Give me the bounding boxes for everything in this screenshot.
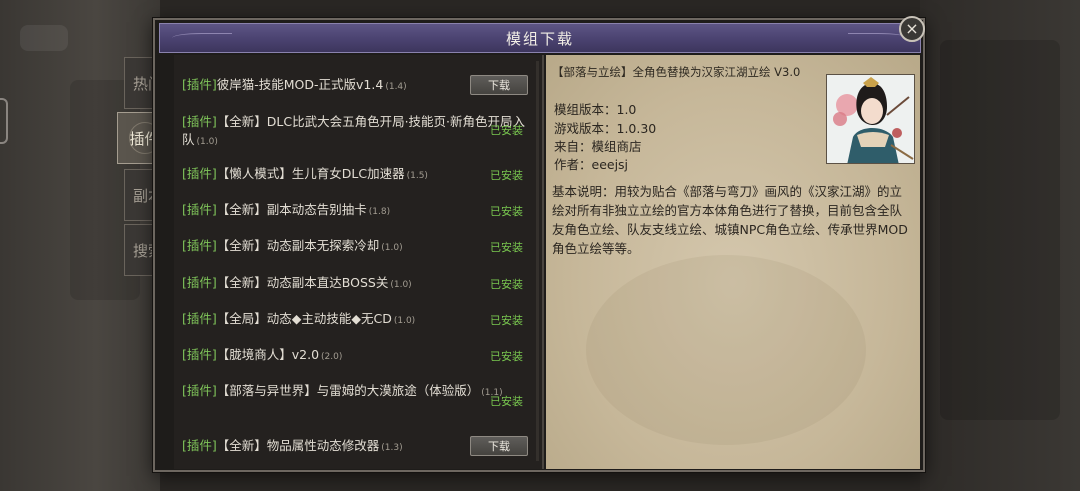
mod-list: [插件]彼岸猫-技能MOD-正式版v1.4 (1.4) 下载 [插件]【全新】DL… [174, 55, 544, 469]
character-portrait [826, 74, 915, 164]
list-item[interactable]: [插件]【全新】动态副本无探索冷却 (1.0) [182, 237, 532, 257]
item-tag: [插件] [182, 77, 217, 92]
mod-author: 作者：eeejsj [554, 157, 629, 172]
parchment-texture [586, 255, 866, 445]
download-button-label: 下载 [488, 79, 510, 92]
background-shape [20, 25, 68, 51]
item-tag: [插件] [182, 275, 217, 290]
item-version: (1.5) [406, 171, 428, 181]
hex-icon [0, 98, 8, 144]
installed-status: 已安装 [490, 169, 523, 182]
item-version: (1.3) [381, 443, 403, 453]
installed-status: 已安装 [490, 395, 523, 408]
list-item[interactable]: [插件]【懒人模式】生儿育女DLC加速器 (1.5) [182, 165, 532, 185]
item-version: (1.4) [385, 82, 407, 92]
list-item[interactable]: [插件]【胧境商人】v2.0 (2.0) [182, 346, 532, 366]
item-version: (1.0) [393, 316, 416, 326]
installed-status: 已安装 [490, 278, 523, 291]
mod-description: 基本说明：用较为贴合《部落与弯刀》画风的《汉家江湖》的立绘对所有非独立立绘的官方… [552, 184, 908, 256]
item-tag: [插件] [182, 166, 217, 181]
item-name: 【全新】动态副本直达BOSS关 [216, 275, 389, 290]
installed-status: 已安装 [490, 241, 523, 254]
background-right [920, 0, 1080, 491]
item-name: 【全新】动态副本无探索冷却 [216, 238, 380, 253]
item-name: 彼岸猫-技能MOD-正式版v1.4 [216, 77, 384, 92]
download-button-label: 下载 [488, 440, 510, 453]
download-button[interactable]: 下载 [470, 436, 528, 456]
portrait-art [827, 75, 914, 163]
installed-status: 已安装 [490, 350, 523, 363]
list-item[interactable]: [插件]【全局】动态◆主动技能◆无CD (1.0) [182, 310, 532, 330]
list-item[interactable]: [插件]【全新】副本动态告别抽卡 (1.8) [182, 201, 532, 221]
close-button[interactable]: × [899, 16, 925, 42]
item-name: 【全新】物品属性动态修改器 [216, 438, 380, 453]
item-version: (1.8) [368, 207, 391, 217]
list-item[interactable]: [插件]【部落与异世界】与雷姆的大漠旅途（体验版） (1.1) [182, 382, 532, 402]
game-version: 游戏版本：1.0.30 [554, 121, 657, 136]
item-tag: [插件] [182, 202, 217, 217]
item-version: (2.0) [321, 352, 343, 362]
detail-title: 【部落与立绘】全角色替换为汉家江湖立绘 V3.0 [552, 65, 801, 79]
download-button[interactable]: 下载 [470, 75, 528, 95]
title-ornament-left [172, 33, 232, 43]
item-tag: [插件] [182, 238, 217, 253]
item-name: 【部落与异世界】与雷姆的大漠旅途（体验版） [216, 383, 480, 398]
close-icon: × [905, 19, 919, 38]
item-name: 【全新】副本动态告别抽卡 [216, 202, 367, 217]
installed-status: 已安装 [490, 205, 523, 218]
mod-source: 来自：模组商店 [554, 139, 642, 154]
item-name: 【全新】DLC比武大会五角色开局·技能页·新角色开局入队 [182, 114, 526, 147]
mod-detail-panel: 【部落与立绘】全角色替换为汉家江湖立绘 V3.0 模组版本：1.0 游戏版本：1… [546, 55, 920, 469]
item-tag: [插件] [182, 438, 217, 453]
item-version: (1.0) [381, 243, 403, 253]
item-tag: [插件] [182, 311, 217, 326]
installed-status: 已安装 [490, 314, 523, 327]
item-name: 【懒人模式】生儿育女DLC加速器 [216, 166, 405, 181]
installed-status: 已安装 [490, 124, 523, 137]
item-version: (1.0) [196, 137, 218, 147]
list-scrollbar[interactable] [536, 61, 539, 461]
mod-version: 模组版本：1.0 [554, 102, 637, 117]
item-tag: [插件] [182, 347, 217, 362]
item-name: 【胧境商人】v2.0 [216, 347, 320, 362]
window-title: 模组下载 [505, 29, 574, 48]
item-tag: [插件] [182, 114, 217, 129]
window-titlebar: 模组下载 [159, 23, 921, 53]
item-name: 【全局】动态◆主动技能◆无CD [216, 311, 392, 326]
list-item[interactable]: [插件]【全新】DLC比武大会五角色开局·技能页·新角色开局入队 (1.0) [182, 113, 532, 151]
title-ornament-right [848, 33, 908, 43]
item-tag: [插件] [182, 383, 217, 398]
list-item[interactable]: [插件]【全新】动态副本直达BOSS关 (1.0) [182, 274, 532, 294]
item-version: (1.0) [390, 280, 412, 290]
background-shape [940, 40, 1060, 420]
